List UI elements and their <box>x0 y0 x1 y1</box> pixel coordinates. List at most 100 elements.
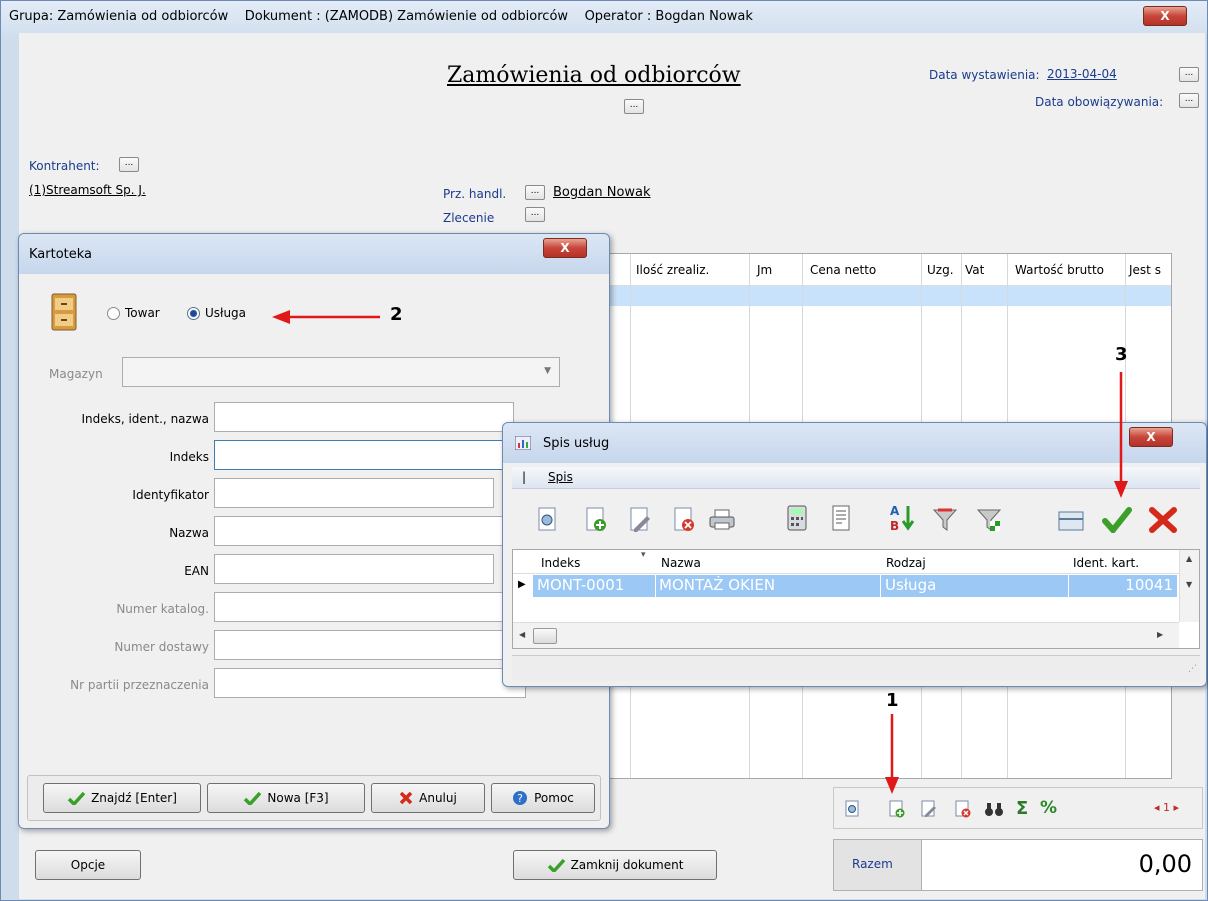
zlecenie-dots[interactable]: ... <box>525 207 545 222</box>
heading-dots-button[interactable]: ... <box>624 99 644 114</box>
svg-text:A: A <box>890 504 900 518</box>
field-label-numer-dostawy: Numer dostawy <box>114 640 209 654</box>
col-wartosc-brutto[interactable]: Wartość brutto <box>1015 263 1104 277</box>
col-indeks[interactable]: Indeks <box>541 556 580 570</box>
row-rodzaj: Usługa <box>885 576 937 594</box>
add-icon[interactable] <box>888 800 906 818</box>
col-vat[interactable]: Vat <box>965 263 984 277</box>
radio-towar-label: Towar <box>125 306 160 320</box>
radio-towar[interactable]: Towar <box>107 306 160 320</box>
delete-icon[interactable] <box>954 800 972 818</box>
col-nazwa[interactable]: Nazwa <box>661 556 701 570</box>
field-label-indeks-ident-nazwa: Indeks, ident., nazwa <box>81 412 210 426</box>
edit-icon[interactable] <box>920 800 938 818</box>
spis-status-bar: ⋰ <box>512 655 1200 681</box>
preview-icon[interactable] <box>536 507 560 533</box>
field-label-nazwa: Nazwa <box>169 526 209 540</box>
percent-icon[interactable]: % <box>1040 798 1057 818</box>
nazwa-field[interactable] <box>214 516 514 546</box>
radio-usluga-label: Usługa <box>205 306 247 320</box>
znajdz-button[interactable]: Znajdź [Enter] <box>43 783 201 813</box>
spis-title: Spis usług <box>543 436 610 451</box>
table-row[interactable]: MONT-0001 MONTAŻ OKIEN Usługa 10041 <box>533 575 1177 597</box>
nowa-label: Nowa [F3] <box>267 791 329 805</box>
spis-menu[interactable]: Spis <box>548 470 573 484</box>
check-icon <box>547 858 565 872</box>
zamknij-dokument-button[interactable]: Zamknij dokument <box>513 850 717 880</box>
magazyn-select[interactable]: ▼ <box>122 357 560 387</box>
col-uzg[interactable]: Uzg. <box>927 263 954 277</box>
prz-handl-dots[interactable]: ... <box>525 185 545 200</box>
horizontal-scrollbar[interactable]: ◀ ▶ <box>513 622 1179 648</box>
nowa-button[interactable]: Nowa [F3] <box>207 783 365 813</box>
scroll-down-icon[interactable]: ▼ <box>1186 580 1192 589</box>
x-icon <box>399 791 413 805</box>
numer-katalog-field[interactable] <box>214 592 514 622</box>
filter-icon[interactable] <box>932 507 958 533</box>
field-label-identyfikator: Identyfikator <box>132 488 209 502</box>
col-jest-s[interactable]: Jest s <box>1129 263 1161 277</box>
add-icon[interactable] <box>584 507 608 533</box>
prz-handl-value[interactable]: Bogdan Nowak <box>553 185 651 200</box>
binoculars-icon[interactable] <box>984 800 1004 818</box>
row-indeks: MONT-0001 <box>537 576 625 594</box>
data-obowiazywania-dots[interactable]: ... <box>1179 93 1199 108</box>
annotation-number-1: 1 <box>886 690 899 711</box>
calculator-icon[interactable] <box>786 505 808 531</box>
col-cena-netto[interactable]: Cena netto <box>810 263 876 277</box>
kontrahent-label: Kontrahent: <box>29 159 100 173</box>
numer-dostawy-field[interactable] <box>214 630 514 660</box>
indeks-field[interactable] <box>214 440 514 470</box>
kontrahent-dots[interactable]: ... <box>119 157 139 172</box>
layout-icon[interactable] <box>1058 511 1084 531</box>
printer-icon[interactable] <box>708 509 736 531</box>
annotation-number-2: 2 <box>390 304 403 325</box>
opcje-button-label: Opcje <box>70 858 106 872</box>
radio-usluga[interactable]: Usługa <box>187 306 246 320</box>
col-jm[interactable]: Jm <box>757 263 772 277</box>
sort-az-icon[interactable]: AB <box>888 503 916 533</box>
opcje-button[interactable]: Opcje <box>35 850 141 880</box>
kontrahent-value[interactable]: (1)Streamsoft Sp. J. <box>29 183 146 197</box>
identyfikator-field[interactable] <box>214 478 494 508</box>
spis-close-button[interactable]: X <box>1129 427 1173 447</box>
cell-divider <box>880 575 881 597</box>
col-ident-kart[interactable]: Ident. kart. <box>1073 556 1139 570</box>
anuluj-button[interactable]: Anuluj <box>371 783 485 813</box>
filter-clear-icon[interactable] <box>976 507 1002 533</box>
indeks-ident-nazwa-field[interactable] <box>214 402 514 432</box>
razem-value: 0,00 <box>1138 850 1192 878</box>
report-icon[interactable] <box>830 505 852 531</box>
ean-field[interactable] <box>214 554 494 584</box>
scroll-left-icon[interactable]: ◀ <box>519 630 525 639</box>
scroll-right-icon[interactable]: ▶ <box>1157 630 1163 639</box>
sum-icon[interactable]: Σ <box>1016 798 1028 819</box>
cabinet-icon <box>51 293 77 331</box>
scroll-thumb[interactable] <box>533 628 557 644</box>
kartoteka-close-button[interactable]: X <box>543 238 587 258</box>
scroll-up-icon[interactable]: ▲ <box>1186 554 1192 563</box>
spis-table[interactable]: Indeks ▾ Nazwa Rodzaj Ident. kart. MONT-… <box>512 549 1200 649</box>
vertical-scrollbar[interactable]: ▲ ▼ <box>1179 550 1199 622</box>
pager[interactable]: ◂ 1 ▸ <box>1154 801 1179 814</box>
data-wystawienia-dots[interactable]: ... <box>1179 67 1199 82</box>
cell-divider <box>1068 575 1069 597</box>
check-icon <box>67 791 86 805</box>
spis-uslug-dialog: Spis usług X | Spis AB Indeks ▾ Nazwa Ro… <box>502 422 1207 687</box>
preview-icon[interactable] <box>844 800 862 818</box>
pomoc-button[interactable]: ? Pomoc <box>491 783 595 813</box>
delete-icon[interactable] <box>672 507 696 533</box>
main-title-text: Grupa: Zamówienia od odbiorców Dokument … <box>9 9 753 24</box>
data-wystawienia-value[interactable]: 2013-04-04 <box>1047 67 1117 81</box>
resize-grip-icon[interactable]: ⋰ <box>1188 664 1197 674</box>
cancel-icon[interactable] <box>1148 507 1178 533</box>
svg-text:B: B <box>890 519 899 533</box>
nr-partii-field[interactable] <box>214 668 526 698</box>
data-obowiazywania-label: Data obowiązywania: <box>1035 95 1164 109</box>
pomoc-label: Pomoc <box>534 791 574 805</box>
confirm-icon[interactable] <box>1102 507 1132 533</box>
col-rodzaj[interactable]: Rodzaj <box>886 556 926 570</box>
edit-icon[interactable] <box>628 507 652 533</box>
main-close-button[interactable]: X <box>1143 6 1187 26</box>
col-ilosc-zrealiz[interactable]: Ilość zrealiz. <box>636 263 709 277</box>
